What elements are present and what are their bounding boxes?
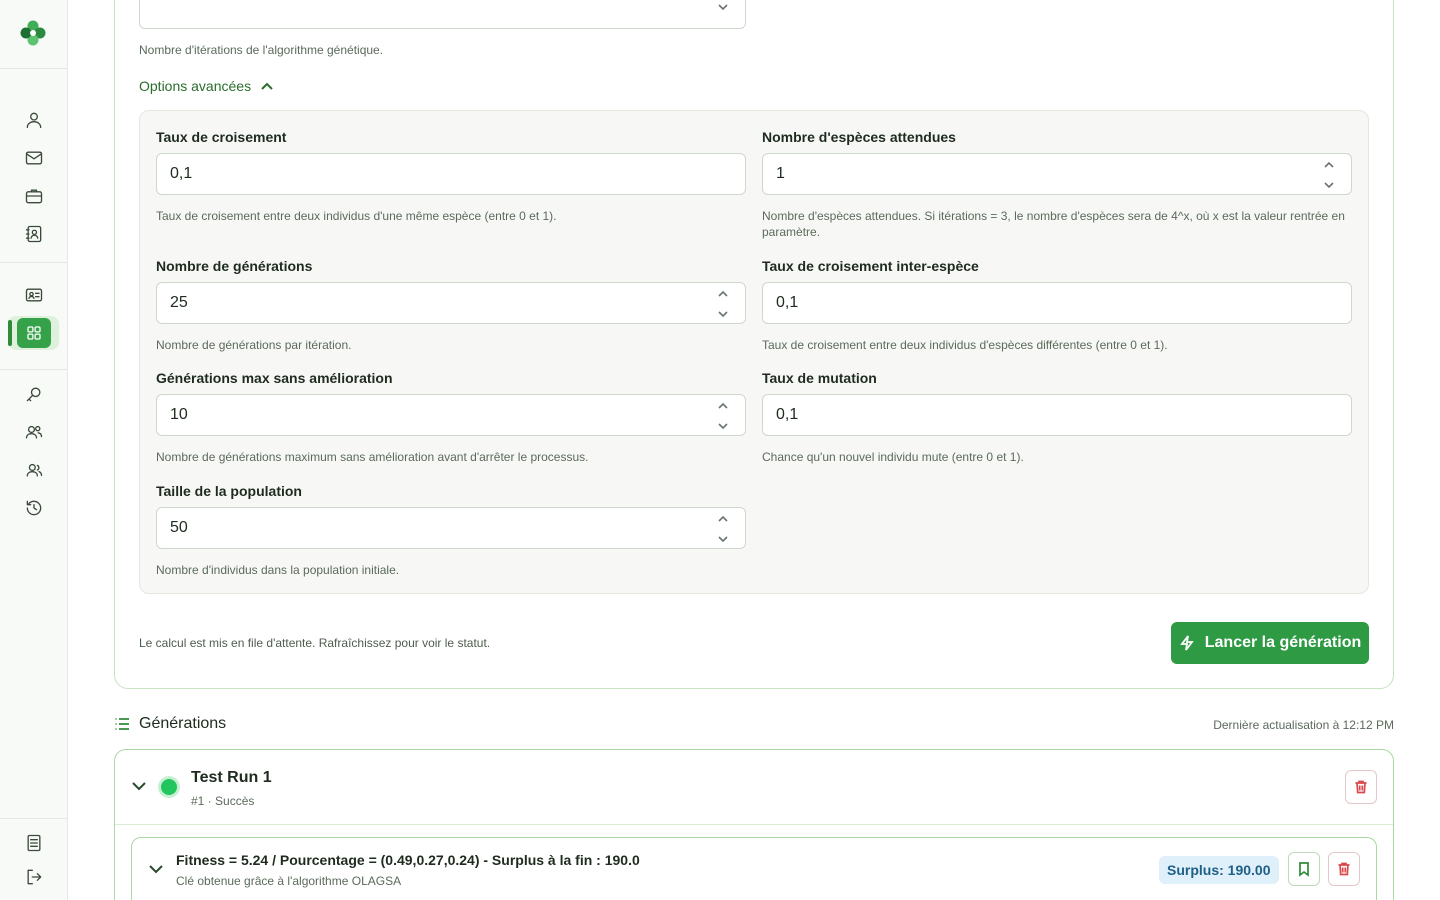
iterations-input[interactable]: 3: [139, 0, 746, 29]
sidebar: [0, 0, 68, 900]
run-card-divider: [115, 824, 1393, 825]
mutation-rate-value: 0,1: [776, 406, 799, 423]
chevron-up-icon[interactable]: [717, 400, 729, 412]
population-size-label: Taille de la population: [156, 483, 302, 499]
crossover-rate-value: 0,1: [170, 165, 193, 182]
trash-icon: [1338, 862, 1350, 876]
result-subtitle: Clé obtenue grâce à l'algorithme OLAGSA: [176, 874, 402, 888]
document-icon[interactable]: [22, 831, 46, 855]
id-card-icon[interactable]: [22, 283, 46, 307]
species-count-label: Nombre d'espèces attendues: [762, 129, 956, 145]
dashboard-grid-icon[interactable]: [17, 318, 51, 348]
crossover-rate-label: Taux de croisement: [156, 129, 287, 145]
generations-label: Nombre de générations: [156, 258, 313, 274]
run-status-dot: [161, 779, 177, 795]
population-size-spinner[interactable]: [717, 513, 731, 545]
mail-icon[interactable]: [22, 146, 46, 170]
species-count-value: 1: [776, 165, 785, 182]
chevron-up-icon: [261, 82, 273, 90]
max-no-improve-input[interactable]: 10: [156, 394, 746, 436]
delete-run-button[interactable]: [1345, 770, 1377, 804]
chevron-down-icon[interactable]: [1323, 179, 1335, 191]
generations-value: 25: [170, 294, 188, 311]
launch-generation-label: Lancer la génération: [1204, 634, 1362, 651]
result-title: Fitness = 5.24 / Pourcentage = (0.49,0.2…: [176, 852, 640, 868]
logout-icon[interactable]: [22, 865, 46, 889]
run-expand-chevron-icon[interactable]: [130, 777, 150, 797]
species-count-help: Nombre d'espèces attendues. Si itération…: [762, 209, 1345, 239]
population-size-input[interactable]: 50: [156, 507, 746, 549]
max-no-improve-value: 10: [170, 406, 188, 423]
generations-input[interactable]: 25: [156, 282, 746, 324]
max-no-improve-spinner[interactable]: [717, 400, 731, 432]
mutation-rate-label: Taux de mutation: [762, 370, 877, 386]
mutation-rate-help: Chance qu'un nouvel individu mute (entre…: [762, 450, 1024, 464]
mutation-rate-input[interactable]: 0,1: [762, 394, 1352, 436]
sidebar-divider: [0, 262, 67, 263]
species-count-input[interactable]: 1: [762, 153, 1352, 195]
advanced-options-toggle[interactable]: Options avancées: [139, 78, 275, 94]
sidebar-divider: [0, 818, 67, 819]
list-icon: [115, 718, 129, 730]
surplus-badge: Surplus: 190.00: [1159, 856, 1279, 884]
chevron-up-icon[interactable]: [717, 288, 729, 300]
last-updated-text: Dernière actualisation à 12:12 PM: [1213, 718, 1394, 732]
inter-species-rate-label: Taux de croisement inter-espèce: [762, 258, 979, 274]
sidebar-divider: [0, 369, 67, 370]
run-meta: #1 · Succès: [191, 794, 255, 808]
contact-book-icon[interactable]: [22, 222, 46, 246]
sidebar-divider: [0, 68, 67, 69]
delete-result-button[interactable]: [1328, 852, 1360, 886]
launch-generation-button[interactable]: Lancer la génération: [1171, 622, 1369, 664]
chevron-down-icon[interactable]: [717, 308, 729, 320]
generations-spinner[interactable]: [717, 288, 731, 320]
population-size-help: Nombre d'individus dans la population in…: [156, 563, 400, 577]
team-icon[interactable]: [22, 458, 46, 482]
bookmark-icon: [1299, 862, 1309, 877]
run-name[interactable]: Test Run 1: [191, 769, 272, 787]
active-nav-marker: [8, 320, 12, 346]
chevron-down-icon[interactable]: [717, 420, 729, 432]
users-icon[interactable]: [22, 420, 46, 444]
history-icon[interactable]: [22, 496, 46, 520]
iterations-spinner[interactable]: [717, 0, 731, 13]
chevron-down-icon[interactable]: [717, 533, 729, 545]
briefcase-icon[interactable]: [22, 184, 46, 208]
queue-note: Le calcul est mis en file d'attente. Raf…: [139, 636, 491, 650]
trash-icon: [1355, 780, 1367, 794]
user-icon[interactable]: [22, 108, 46, 132]
generations-help: Nombre de générations par itération.: [156, 338, 352, 352]
iterations-help: Nombre d'itérations de l'algorithme géné…: [139, 43, 384, 57]
crossover-rate-input[interactable]: 0,1: [156, 153, 746, 195]
chevron-up-icon[interactable]: [1323, 159, 1335, 171]
search-key-icon[interactable]: [22, 382, 46, 406]
result-expand-chevron-icon[interactable]: [147, 860, 167, 880]
chevron-down-icon[interactable]: [717, 1, 729, 13]
species-count-spinner[interactable]: [1323, 159, 1337, 191]
max-no-improve-help: Nombre de générations maximum sans améli…: [156, 450, 589, 464]
inter-species-rate-value: 0,1: [776, 294, 799, 311]
advanced-options-label: Options avancées: [139, 78, 252, 94]
chevron-up-icon[interactable]: [717, 513, 729, 525]
lightning-icon: [1179, 635, 1194, 651]
inter-species-rate-input[interactable]: 0,1: [762, 282, 1352, 324]
clover-logo-icon[interactable]: [18, 18, 48, 48]
generations-header: Générations: [114, 715, 226, 733]
inter-species-rate-help: Taux de croisement entre deux individus …: [762, 338, 1168, 352]
population-size-value: 50: [170, 519, 188, 536]
max-no-improve-label: Générations max sans amélioration: [156, 370, 393, 386]
generations-title: Générations: [139, 715, 227, 732]
crossover-rate-help: Taux de croisement entre deux individus …: [156, 209, 557, 223]
bookmark-result-button[interactable]: [1288, 852, 1320, 886]
